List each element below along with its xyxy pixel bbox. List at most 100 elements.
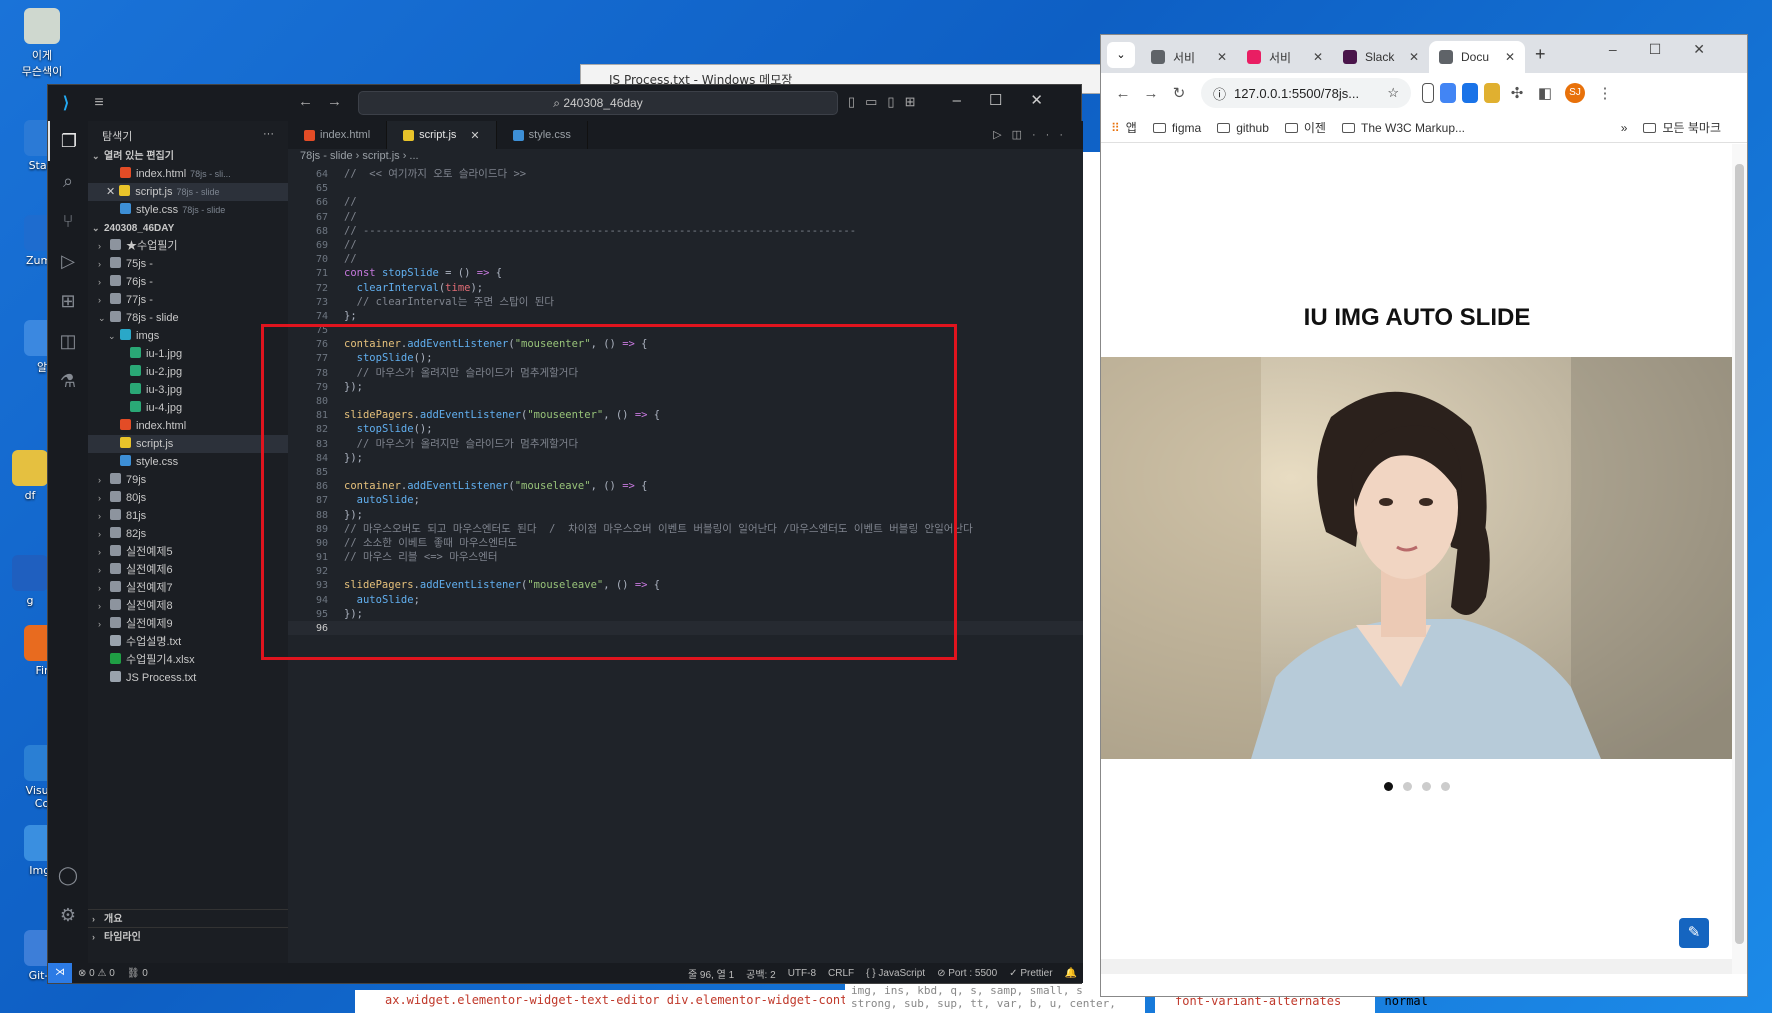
- horizontal-scrollbar[interactable]: [1101, 959, 1733, 974]
- more-actions-icon[interactable]: ···: [263, 128, 274, 140]
- code-line[interactable]: 92: [288, 564, 1083, 578]
- window-controls[interactable]: –☐✕: [953, 91, 1071, 109]
- code-line[interactable]: 74};: [288, 309, 1083, 323]
- code-line[interactable]: 64// << 여기까지 오토 슬라이드다 >>: [288, 167, 1083, 181]
- all-bookmarks[interactable]: 모든 북마크: [1643, 119, 1721, 136]
- file-item[interactable]: style.css: [88, 453, 288, 471]
- outline-section[interactable]: › 개요: [88, 909, 288, 927]
- tab-script-js[interactable]: script.js ✕: [387, 121, 497, 149]
- code-line[interactable]: 65: [288, 181, 1083, 195]
- open-editor-item[interactable]: style.css 78js - slide: [88, 201, 288, 219]
- page-viewport[interactable]: IU IMG AUTO SLIDE ‹ ›: [1101, 144, 1733, 974]
- code-line[interactable]: 90// 소소한 이베트 좋때 마우스엔터도: [288, 536, 1083, 550]
- code-line[interactable]: 85: [288, 465, 1083, 479]
- folder-item[interactable]: › 82js: [88, 525, 288, 543]
- bookmark-item[interactable]: figma: [1152, 121, 1201, 135]
- code-editor[interactable]: 64// << 여기까지 오토 슬라이드다 >> 65 66//67//68// -…: [288, 167, 1083, 965]
- tab-index-html[interactable]: index.html: [288, 121, 388, 149]
- explorer-icon[interactable]: ❐: [48, 121, 88, 161]
- bookmark-star-icon[interactable]: ☆: [1387, 85, 1399, 101]
- code-line[interactable]: 79});: [288, 380, 1083, 394]
- editor-actions[interactable]: ▷◫···: [983, 121, 1083, 149]
- live-server-port[interactable]: ⊘ Port : 5500: [937, 968, 997, 979]
- workspace-section[interactable]: ⌄ 240308_46DAY: [88, 219, 288, 237]
- slide-pager-dot[interactable]: [1384, 782, 1393, 791]
- close-icon[interactable]: ✕: [470, 129, 479, 142]
- folder-item[interactable]: › 77js -: [88, 291, 288, 309]
- extension-icon-2[interactable]: [1462, 83, 1478, 103]
- address-bar[interactable]: ⓘ 127.0.0.1:5500/78js... ☆: [1201, 78, 1411, 108]
- bookmark-item[interactable]: github: [1217, 121, 1269, 135]
- back-icon[interactable]: ←: [1109, 85, 1137, 102]
- open-editor-item[interactable]: index.html 78js - sli...: [88, 165, 288, 183]
- tab-search-icon[interactable]: ⌄: [1107, 42, 1135, 68]
- close-icon[interactable]: ✕: [1403, 50, 1419, 64]
- breadcrumb[interactable]: 78js - slide › script.js › ...: [288, 149, 1083, 167]
- code-line[interactable]: 80: [288, 394, 1083, 408]
- folder-item[interactable]: › 실전예제6: [88, 561, 288, 579]
- nav-arrows[interactable]: ←→: [298, 93, 356, 110]
- code-line[interactable]: 96: [288, 621, 1083, 636]
- code-line[interactable]: 94 autoSlide;: [288, 593, 1083, 607]
- file-item[interactable]: index.html: [88, 417, 288, 435]
- run-debug-icon[interactable]: ▷: [48, 241, 88, 281]
- tab-style-css[interactable]: style.css: [497, 121, 588, 149]
- notifications-icon[interactable]: 🔔: [1065, 968, 1077, 979]
- folder-item[interactable]: › 76js -: [88, 273, 288, 291]
- new-tab-button[interactable]: +: [1525, 44, 1556, 73]
- bookmark-item[interactable]: ⠿ 앱: [1111, 119, 1137, 136]
- end-of-line[interactable]: CRLF: [828, 968, 854, 979]
- timeline-section[interactable]: › 타임라인: [88, 927, 288, 945]
- encoding[interactable]: UTF-8: [788, 968, 816, 979]
- editor-area[interactable]: index.html script.js ✕ style.css ▷◫··· 78js …: [288, 121, 1083, 965]
- folder-item[interactable]: › 75js -: [88, 255, 288, 273]
- slide-pager-dot[interactable]: [1441, 782, 1450, 791]
- code-line[interactable]: 73 // clearInterval는 주면 스탑이 된다: [288, 295, 1083, 309]
- desktop-icon-image[interactable]: 이게 무슨색이: [12, 8, 72, 79]
- file-item[interactable]: iu-2.jpg: [88, 363, 288, 381]
- problems-indicator[interactable]: ⊗ 0 ⚠ 0: [78, 968, 115, 979]
- remote-explorer-icon[interactable]: ◫: [48, 321, 88, 361]
- file-item[interactable]: 수업필기4.xlsx: [88, 651, 288, 669]
- code-line[interactable]: 69//: [288, 238, 1083, 252]
- folder-item[interactable]: ⌄ imgs: [88, 327, 288, 345]
- vertical-scrollbar[interactable]: [1732, 144, 1747, 974]
- folder-item[interactable]: › 실전예제5: [88, 543, 288, 561]
- extension-icon-1[interactable]: [1440, 83, 1456, 103]
- code-line[interactable]: 83 // 마우스가 올려지만 슬라이드가 멈추게할거다: [288, 437, 1083, 451]
- code-line[interactable]: 67//: [288, 210, 1083, 224]
- code-line[interactable]: 91// 마우스 리블 <=> 마우스엔터: [288, 550, 1083, 564]
- slide-pager-dot[interactable]: [1403, 782, 1412, 791]
- edit-pen-icon[interactable]: ✎: [1679, 918, 1709, 948]
- file-item[interactable]: 수업설명.txt: [88, 633, 288, 651]
- code-line[interactable]: 87 autoSlide;: [288, 493, 1083, 507]
- browser-tab[interactable]: 서비 ✕: [1141, 41, 1237, 73]
- code-line[interactable]: 72 clearInterval(time);: [288, 281, 1083, 295]
- code-line[interactable]: 82 stopSlide();: [288, 422, 1083, 436]
- code-line[interactable]: 86 container.addEventListener("mouseleave…: [288, 479, 1083, 493]
- folder-item[interactable]: › 실전예제9: [88, 615, 288, 633]
- language-mode[interactable]: { } JavaScript: [866, 968, 925, 979]
- code-line[interactable]: 88});: [288, 508, 1083, 522]
- code-line[interactable]: 93 slidePagers.addEventListener("mouselea…: [288, 578, 1083, 592]
- prettier-status[interactable]: ✓ Prettier: [1009, 968, 1052, 979]
- close-icon[interactable]: ✕: [106, 186, 115, 198]
- code-line[interactable]: 71 const stopSlide = () => {: [288, 266, 1083, 280]
- chrome-menu-icon[interactable]: ⋮: [1591, 84, 1619, 102]
- slide-pager-dot[interactable]: [1422, 782, 1431, 791]
- close-icon[interactable]: ✕: [1307, 50, 1323, 64]
- close-icon[interactable]: ✕: [1499, 50, 1515, 64]
- code-line[interactable]: 76 container.addEventListener("mouseenter…: [288, 337, 1083, 351]
- code-line[interactable]: 75: [288, 323, 1083, 337]
- open-editors-section[interactable]: ⌄ 열려 있는 편집기: [88, 147, 288, 165]
- file-item[interactable]: iu-4.jpg: [88, 399, 288, 417]
- chrome-window-controls[interactable]: –☐✕: [1609, 41, 1737, 58]
- file-item[interactable]: iu-3.jpg: [88, 381, 288, 399]
- code-line[interactable]: 78 // 마우스가 올려지만 슬라이드가 멈추게할거다: [288, 366, 1083, 380]
- browser-tab[interactable]: Slack ✕: [1333, 41, 1429, 73]
- code-line[interactable]: 66//: [288, 195, 1083, 209]
- browser-tab[interactable]: 서비 ✕: [1237, 41, 1333, 73]
- cursor-position[interactable]: 줄 96, 열 1: [688, 966, 734, 981]
- source-control-icon[interactable]: ⑂: [48, 201, 88, 241]
- folder-item[interactable]: › 79js: [88, 471, 288, 489]
